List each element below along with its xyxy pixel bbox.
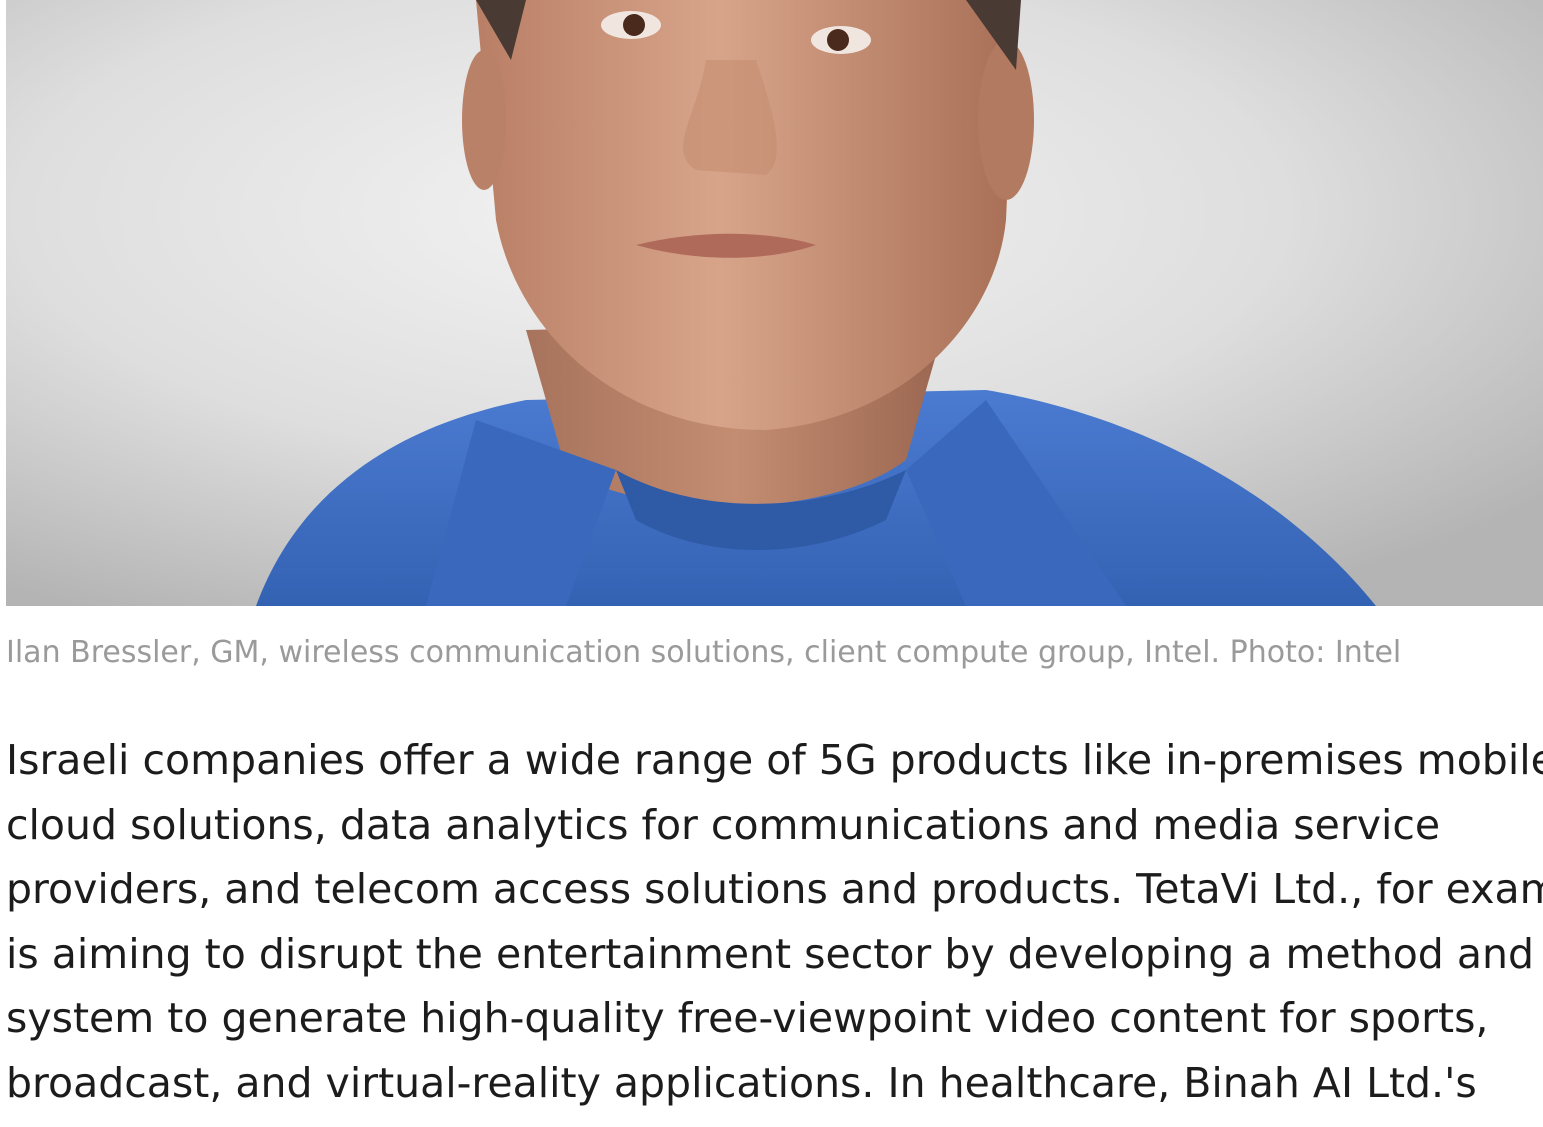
- paragraph-line: technology enables the extraction of vit…: [6, 1115, 1543, 1127]
- paragraph-line: providers, and telecom access solutions …: [6, 865, 1543, 913]
- portrait-illustration: [6, 0, 1543, 606]
- paragraph-line: Israeli companies offer a wide range of …: [6, 736, 1543, 784]
- portrait-photo: [6, 0, 1543, 606]
- article-paragraph: Israeli companies offer a wide range of …: [6, 728, 1543, 1127]
- article-content: Ilan Bressler, GM, wireless communicatio…: [0, 0, 1543, 1127]
- paragraph-line: cloud solutions, data analytics for comm…: [6, 800, 1441, 849]
- photo-caption: Ilan Bressler, GM, wireless communicatio…: [6, 635, 1402, 670]
- paragraph-line: is aiming to disrupt the entertainment s…: [6, 929, 1534, 978]
- paragraph-line: broadcast, and virtual-reality applicati…: [6, 1058, 1477, 1107]
- paragraph-line: system to generate high-quality free-vie…: [6, 994, 1489, 1042]
